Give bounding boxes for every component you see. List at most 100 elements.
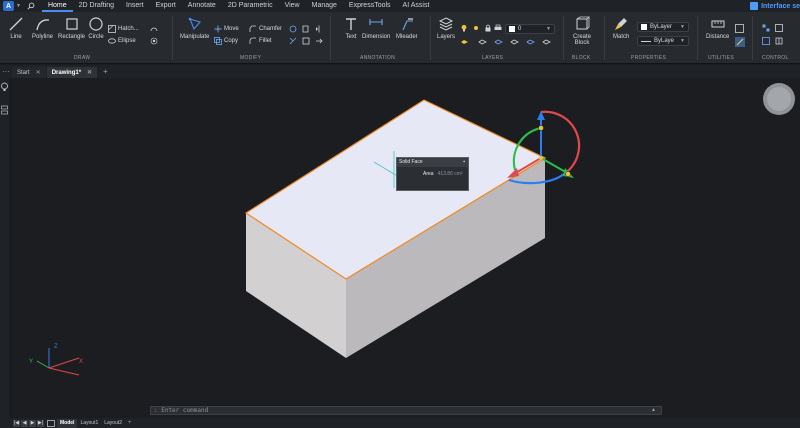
ribbon-divider xyxy=(330,16,331,60)
dimension-icon xyxy=(369,19,383,25)
mirror-tool[interactable] xyxy=(315,25,325,33)
layers-tool[interactable]: Layers xyxy=(437,16,455,40)
circle-tool[interactable]: Circle xyxy=(88,16,104,40)
create-block-tool[interactable]: Create Block xyxy=(573,16,591,46)
interface-badge[interactable]: Interface se xyxy=(750,0,800,12)
scale-tool[interactable] xyxy=(302,37,312,45)
match-label: Match xyxy=(613,34,630,40)
add-tab-button[interactable]: + xyxy=(98,67,113,78)
menu-2d-parametric[interactable]: 2D Parametric xyxy=(222,0,279,12)
line-tool[interactable]: Line xyxy=(8,16,24,40)
tabs-menu-icon[interactable]: ⋯ xyxy=(0,65,12,78)
hatch-icon xyxy=(108,25,116,33)
distance-tool[interactable]: Distance xyxy=(706,16,729,40)
match-properties-tool[interactable]: Match xyxy=(613,16,629,40)
rectangle-label: Rectangle xyxy=(58,34,86,40)
ellipse-icon xyxy=(108,38,116,44)
layer-on-toggle[interactable] xyxy=(460,24,470,32)
calculator-tool[interactable] xyxy=(735,24,746,33)
color-dropdown-value: ByLayer xyxy=(650,24,673,30)
control-tool-1[interactable] xyxy=(762,24,772,32)
grid-icon xyxy=(762,24,770,32)
control-tool-3[interactable] xyxy=(762,37,772,45)
layer-previous-tool[interactable] xyxy=(494,38,505,46)
menu-annotate[interactable]: Annotate xyxy=(182,0,222,12)
layer-freeze-tool[interactable] xyxy=(526,38,537,46)
layer-lock-toggle[interactable] xyxy=(484,24,494,32)
next-layout-button[interactable]: ▶ xyxy=(29,419,36,427)
copy-tool[interactable]: Copy xyxy=(214,37,238,45)
menu-insert[interactable]: Insert xyxy=(120,0,150,12)
status-bar: |◀ ◀ ▶ ▶| Model Layout1 Layout2 + xyxy=(0,418,800,428)
chamfer-tool[interactable]: Chamfer xyxy=(249,25,282,33)
mleader-tool[interactable]: Mleader xyxy=(396,16,418,40)
text-label: Text xyxy=(345,34,357,40)
tab-drawing1[interactable]: Drawing1* ✕ xyxy=(46,67,98,78)
search-icon[interactable] xyxy=(26,1,36,11)
layer-match-tool[interactable] xyxy=(478,38,489,46)
lightbulb-icon[interactable] xyxy=(0,80,9,120)
polyline-tool[interactable]: Polyline xyxy=(32,16,53,40)
drawing-canvas[interactable]: Z X Y xyxy=(9,78,800,418)
rotate-tool[interactable] xyxy=(289,25,299,33)
ribbon-divider xyxy=(172,16,173,60)
tab-layout1[interactable]: Layout1 xyxy=(77,419,101,428)
manipulate-tool[interactable]: Manipulate xyxy=(180,16,209,40)
layer-isolate-tool[interactable] xyxy=(460,38,471,46)
layer-dropdown[interactable]: 0 ▼ xyxy=(505,24,555,34)
tab-layout2[interactable]: Layout2 xyxy=(101,419,125,428)
dimension-tool[interactable]: Dimension xyxy=(362,16,390,40)
layer-lock-tool[interactable] xyxy=(542,38,553,46)
text-tool[interactable]: Text xyxy=(343,16,359,40)
model-space[interactable]: Z X Y xyxy=(9,78,800,418)
move-tool[interactable]: Move xyxy=(214,25,239,33)
tab-start[interactable]: Start ✕ xyxy=(12,67,46,78)
tab-model[interactable]: Model xyxy=(57,418,78,428)
control-tool-2[interactable] xyxy=(775,24,785,32)
layer-print-toggle[interactable] xyxy=(494,24,504,32)
linetype-dropdown[interactable]: ByLaye ▼ xyxy=(637,36,689,46)
color-dropdown[interactable]: ByLayer ▼ xyxy=(637,22,689,32)
point-tool[interactable] xyxy=(150,37,160,45)
quick-select-tool[interactable] xyxy=(735,37,747,47)
chevron-up-icon[interactable]: ▲ xyxy=(651,407,656,414)
fillet-tool[interactable]: Fillet xyxy=(249,37,272,45)
stretch-tool[interactable] xyxy=(315,37,325,45)
ucs-y-label: Y xyxy=(29,359,33,365)
utilities-panel-title: UTILITIES xyxy=(708,55,735,61)
menu-view[interactable]: View xyxy=(279,0,306,12)
control-tool-4[interactable] xyxy=(775,37,785,45)
polyline-icon xyxy=(35,19,49,31)
command-line[interactable]: : Enter command ▲ xyxy=(150,406,662,415)
hatch-tool[interactable]: Hatch... xyxy=(108,25,139,33)
trim-tool[interactable] xyxy=(289,37,299,45)
menu-home[interactable]: Home xyxy=(41,0,73,12)
arc-tool[interactable] xyxy=(150,25,160,33)
menu-manage[interactable]: Manage xyxy=(306,0,343,12)
menu-2d-drafting[interactable]: 2D Drafting xyxy=(73,0,120,12)
offset-tool[interactable] xyxy=(302,25,312,33)
layer-previous-icon xyxy=(494,39,503,45)
close-icon[interactable]: ✕ xyxy=(36,69,41,76)
pin-icon[interactable]: ▪ xyxy=(463,158,465,167)
properties-panel-title: PROPERTIES xyxy=(631,55,667,61)
close-icon[interactable]: ✕ xyxy=(87,69,92,76)
first-layout-button[interactable]: |◀ xyxy=(13,419,20,427)
app-logo[interactable]: A xyxy=(3,1,14,11)
rectangle-tool[interactable]: Rectangle xyxy=(58,16,85,40)
quick-select-icon xyxy=(735,37,745,47)
manipulate-label: Manipulate xyxy=(180,34,210,40)
chevron-down-icon[interactable]: ▼ xyxy=(16,3,21,9)
command-input[interactable]: : Enter command xyxy=(154,407,208,414)
block-panel-title: BLOCK xyxy=(572,55,591,61)
gizmo-x-rotation-ring[interactable] xyxy=(540,110,581,175)
ellipse-tool[interactable]: Ellipse xyxy=(108,37,136,45)
layer-off-tool[interactable] xyxy=(510,38,521,46)
add-layout-button[interactable]: + xyxy=(125,420,135,426)
prev-layout-button[interactable]: ◀ xyxy=(21,419,28,427)
menu-export[interactable]: Export xyxy=(150,0,182,12)
last-layout-button[interactable]: ▶| xyxy=(37,419,44,427)
layer-freeze-toggle[interactable] xyxy=(472,24,482,32)
menu-ai-assist[interactable]: AI Assist xyxy=(397,0,436,12)
menu-expresstools[interactable]: ExpressTools xyxy=(343,0,397,12)
